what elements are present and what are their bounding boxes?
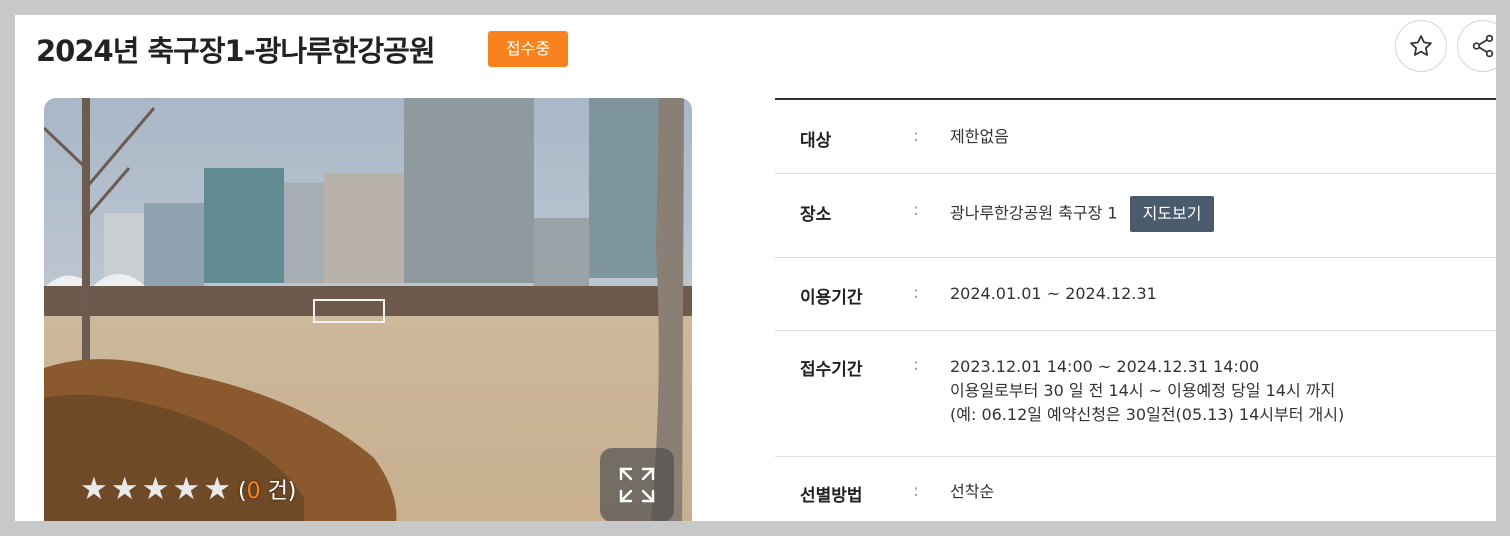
location-text: 광나루한강공원 축구장 1 <box>950 203 1118 223</box>
info-row-location: 장소 : 광나루한강공원 축구장 1 지도보기 <box>775 174 1496 258</box>
facility-photo: ★ ★ ★ ★ ★ (0 건) <box>44 98 692 521</box>
info-value: 2024.01.01 ~ 2024.12.31 <box>950 284 1157 303</box>
application-example-line: (예: 06.12일 예약신청은 30일전(05.13) 14시부터 개시) <box>950 405 1345 424</box>
info-value: 광나루한강공원 축구장 1 지도보기 <box>950 196 1215 232</box>
info-row-usage-period: 이용기간 : 2024.01.01 ~ 2024.12.31 <box>775 258 1496 331</box>
info-label: 장소 <box>800 205 832 225</box>
rating-star-icon: ★ <box>203 470 231 507</box>
info-row-application-period: 접수기간 : 2023.12.01 14:00 ~ 2024.12.31 14:… <box>775 331 1496 457</box>
favorite-button[interactable] <box>1395 20 1447 72</box>
rating-star-icon: ★ <box>110 470 139 507</box>
info-row-target: 대상 : 제한없음 <box>775 100 1496 174</box>
facility-info-table: 대상 : 제한없음 장소 : 광나루한강공원 축구장 1 지도보기 이용기간 : … <box>775 98 1496 521</box>
view-map-button[interactable]: 지도보기 <box>1129 196 1215 232</box>
facility-detail-panel: 2024년 축구장1-광나루한강공원 접수중 ★ ★ ★ ★ ★ (0 건) 대… <box>15 15 1496 521</box>
share-button[interactable] <box>1457 20 1496 72</box>
info-value: 2023.12.01 14:00 ~ 2024.12.31 14:00 이용일로… <box>950 355 1344 427</box>
info-colon: : <box>913 355 919 375</box>
rating-star-icon: ★ <box>80 470 108 507</box>
application-period-line: 2023.12.01 14:00 ~ 2024.12.31 14:00 <box>950 357 1260 376</box>
application-rule-line: 이용일로부터 30 일 전 14시 ~ 이용예정 당일 14시 까지 <box>950 381 1336 400</box>
info-value: 선착순 <box>950 482 995 501</box>
soccer-field-image <box>44 98 692 521</box>
info-label: 접수기간 <box>800 360 863 380</box>
info-value: 제한없음 <box>950 127 1009 146</box>
page-title: 2024년 축구장1-광나루한강공원 <box>36 34 436 68</box>
info-row-selection-method: 선별방법 : 선착순 <box>775 457 1496 521</box>
info-colon: : <box>913 481 919 501</box>
rating-summary: ★ ★ ★ ★ ★ (0 건) <box>80 473 296 505</box>
info-colon: : <box>913 126 919 146</box>
info-colon: : <box>913 283 919 303</box>
share-icon <box>1472 34 1494 58</box>
expand-icon <box>619 467 655 503</box>
rating-star-icon: ★ <box>172 470 201 507</box>
info-label: 대상 <box>800 131 832 151</box>
star-outline-icon <box>1410 35 1432 56</box>
info-label: 선별방법 <box>800 486 863 506</box>
status-badge: 접수중 <box>488 31 568 67</box>
rating-count-text: (0 건) <box>237 479 297 504</box>
info-label: 이용기간 <box>800 288 863 308</box>
expand-photo-button[interactable] <box>600 448 674 521</box>
rating-count: 0 <box>246 479 261 504</box>
info-colon: : <box>913 200 919 220</box>
rating-star-icon: ★ <box>141 470 170 507</box>
